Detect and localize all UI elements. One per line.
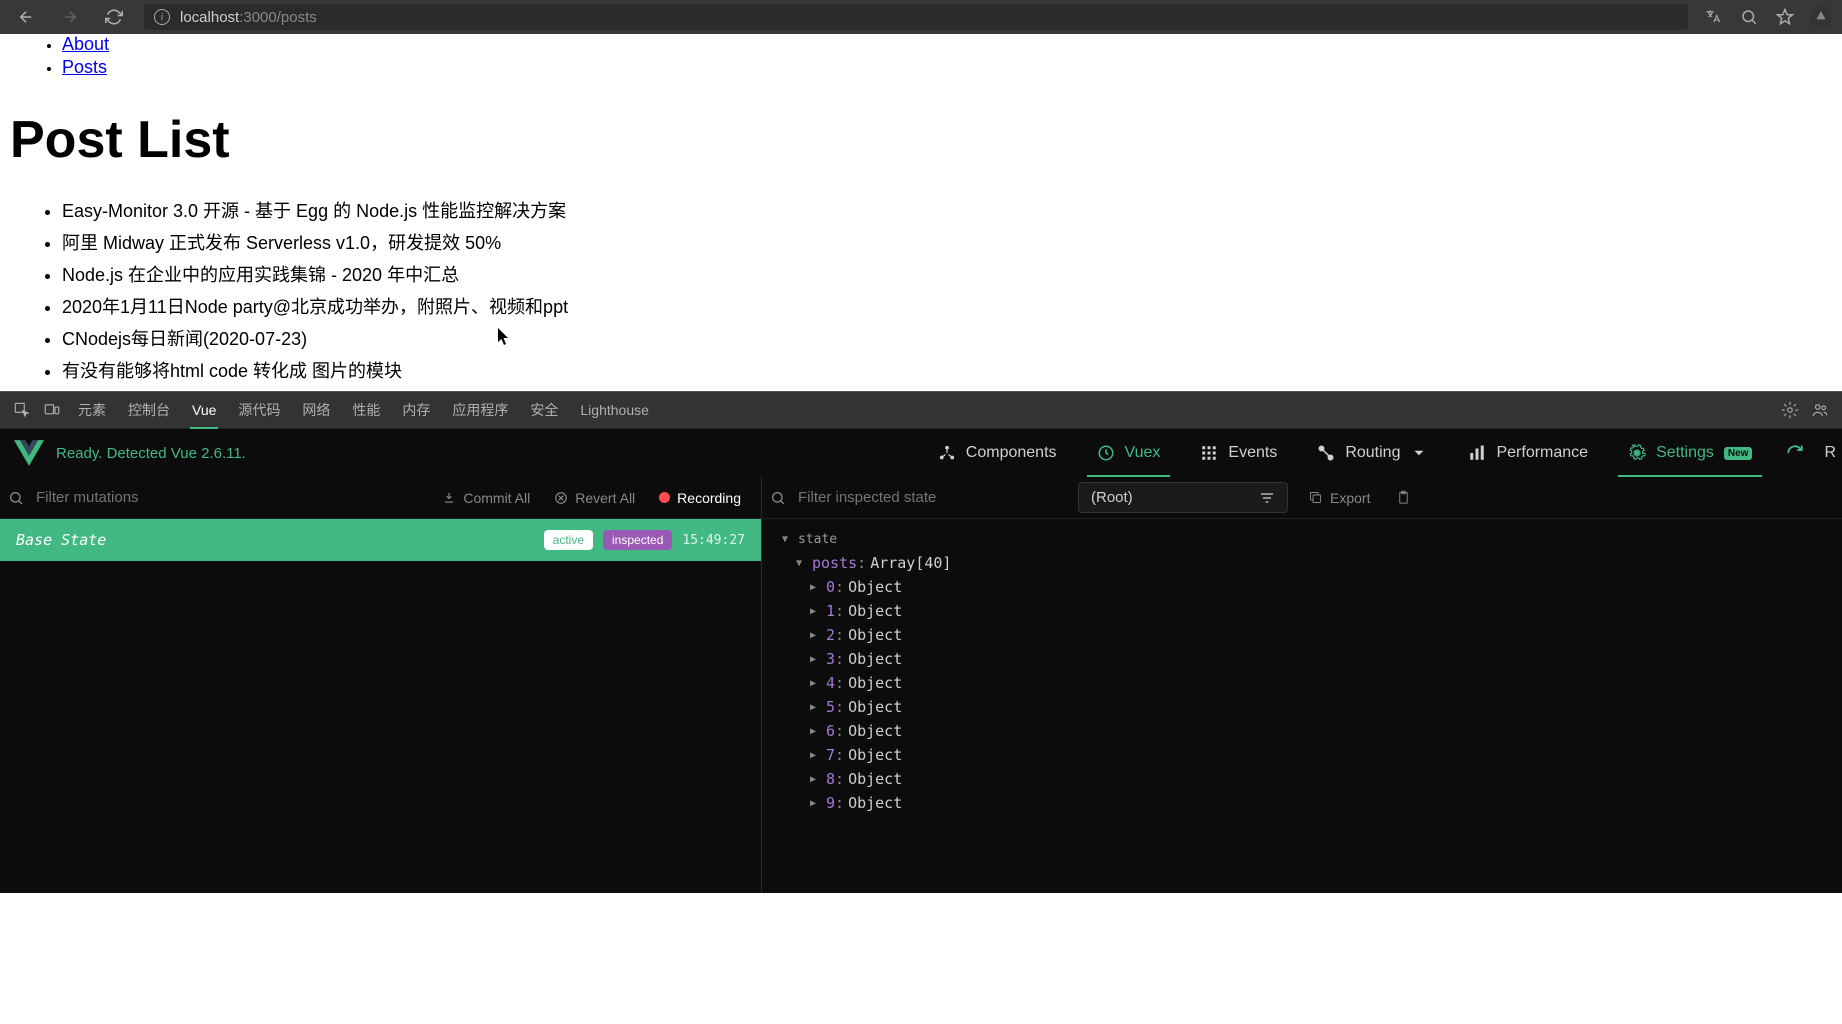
nav-link-posts[interactable]: Posts bbox=[62, 57, 107, 77]
export-button[interactable]: Export bbox=[1296, 490, 1382, 506]
favorite-icon[interactable] bbox=[1770, 3, 1800, 31]
forward-button[interactable] bbox=[50, 3, 90, 31]
nav-settings[interactable]: Settings New bbox=[1608, 429, 1772, 477]
clipboard-icon bbox=[1396, 490, 1411, 505]
devtools-tabs: 元素 控制台 Vue 源代码 网络 性能 内存 应用程序 安全 Lighthou… bbox=[0, 391, 1842, 428]
page-nav: About Posts bbox=[10, 34, 1832, 78]
refresh-button[interactable] bbox=[1772, 444, 1818, 462]
tab-elements[interactable]: 元素 bbox=[68, 392, 116, 429]
list-item: 有没有能够将html code 转化成 图片的模块 bbox=[62, 358, 1832, 385]
vuex-icon bbox=[1097, 444, 1115, 462]
tree-row[interactable]: ▶5: Object bbox=[768, 695, 1836, 719]
events-icon bbox=[1200, 444, 1218, 462]
tree-row[interactable]: ▶9: Object bbox=[768, 791, 1836, 815]
base-state-row[interactable]: Base State active inspected 15:49:27 bbox=[0, 519, 761, 561]
translate-icon[interactable] bbox=[1698, 3, 1728, 31]
recording-dot-icon bbox=[659, 492, 670, 503]
recording-toggle[interactable]: Recording bbox=[647, 490, 753, 506]
vue-nav: Components Vuex Events Routing Performan… bbox=[918, 429, 1842, 477]
tree-row[interactable]: ▶0: Object bbox=[768, 575, 1836, 599]
vue-devtools-header: Ready. Detected Vue 2.6.11. Components V… bbox=[0, 428, 1842, 477]
nav-components[interactable]: Components bbox=[918, 429, 1077, 477]
settings-icon[interactable] bbox=[1776, 396, 1804, 424]
copy-icon bbox=[1308, 490, 1323, 505]
tab-lighthouse[interactable]: Lighthouse bbox=[570, 392, 659, 429]
list-item: Node.js 在企业中的应用实践集锦 - 2020 年中汇总 bbox=[62, 262, 1832, 289]
vue-logo bbox=[14, 440, 44, 466]
back-button[interactable] bbox=[6, 3, 46, 31]
url-text: localhost:3000/posts bbox=[180, 9, 317, 26]
browser-toolbar: i localhost:3000/posts bbox=[0, 0, 1842, 34]
browser-right-icons bbox=[1698, 3, 1836, 31]
revert-icon bbox=[554, 491, 568, 505]
inspect-icon[interactable] bbox=[8, 396, 36, 424]
page-content: About Posts Post List Easy-Monitor 3.0 开… bbox=[0, 34, 1842, 391]
extension-icon[interactable] bbox=[1806, 3, 1836, 31]
search-icon bbox=[8, 490, 24, 506]
tab-security[interactable]: 安全 bbox=[520, 392, 568, 429]
reload-button[interactable] bbox=[94, 3, 134, 31]
tree-row[interactable]: ▶1: Object bbox=[768, 599, 1836, 623]
tab-memory[interactable]: 内存 bbox=[392, 392, 440, 429]
vuex-panel: Commit All Revert All Recording Base Sta… bbox=[0, 477, 1842, 893]
nav-performance[interactable]: Performance bbox=[1448, 429, 1608, 477]
filter-mutations-input[interactable] bbox=[36, 489, 430, 506]
new-badge: New bbox=[1724, 447, 1753, 460]
mutations-pane: Commit All Revert All Recording Base Sta… bbox=[0, 477, 762, 893]
download-icon bbox=[442, 491, 456, 505]
mutation-time: 15:49:27 bbox=[682, 533, 745, 548]
device-icon[interactable] bbox=[38, 396, 66, 424]
tree-row[interactable]: ▶6: Object bbox=[768, 719, 1836, 743]
list-item: 阿里 Midway 正式发布 Serverless v1.0，研发提效 50% bbox=[62, 230, 1832, 257]
zoom-icon[interactable] bbox=[1734, 3, 1764, 31]
nav-events[interactable]: Events bbox=[1180, 429, 1297, 477]
filter-state-input[interactable] bbox=[798, 489, 1070, 506]
tab-sources[interactable]: 源代码 bbox=[228, 392, 290, 429]
site-info-icon[interactable]: i bbox=[154, 9, 170, 25]
tab-vue[interactable]: Vue bbox=[182, 392, 226, 429]
nav-routing[interactable]: Routing bbox=[1297, 429, 1448, 477]
tree-row[interactable]: ▶8: Object bbox=[768, 767, 1836, 791]
state-pane: (Root) Export ▼state ▼posts: Array[40] ▶… bbox=[762, 477, 1842, 893]
components-icon bbox=[938, 444, 956, 462]
tree-row[interactable]: ▶2: Object bbox=[768, 623, 1836, 647]
tree-row-state[interactable]: ▼state bbox=[768, 527, 1836, 551]
post-list: Easy-Monitor 3.0 开源 - 基于 Egg 的 Node.js 性… bbox=[10, 198, 1832, 391]
people-icon[interactable] bbox=[1806, 396, 1834, 424]
active-pill: active bbox=[544, 530, 593, 550]
commit-all-button[interactable]: Commit All bbox=[430, 490, 542, 506]
tab-console[interactable]: 控制台 bbox=[118, 392, 180, 429]
nav-extra[interactable]: R bbox=[1818, 429, 1842, 477]
search-icon bbox=[770, 490, 786, 506]
tree-row[interactable]: ▶4: Object bbox=[768, 671, 1836, 695]
state-toolbar: (Root) Export bbox=[762, 477, 1842, 519]
inspected-pill: inspected bbox=[603, 530, 672, 550]
mutations-toolbar: Commit All Revert All Recording bbox=[0, 477, 761, 519]
module-select[interactable]: (Root) bbox=[1078, 482, 1288, 513]
settings-gear-icon bbox=[1628, 444, 1646, 462]
tab-performance[interactable]: 性能 bbox=[342, 392, 390, 429]
list-item: CNodejs每日新闻(2020-07-23) bbox=[62, 326, 1832, 353]
revert-all-button[interactable]: Revert All bbox=[542, 490, 647, 506]
routing-icon bbox=[1317, 444, 1335, 462]
performance-icon bbox=[1468, 444, 1486, 462]
list-item: 2020年1月11日Node party@北京成功举办，附照片、视频和ppt bbox=[62, 294, 1832, 321]
vue-status-text: Ready. Detected Vue 2.6.11. bbox=[56, 445, 246, 462]
filter-icon bbox=[1259, 490, 1275, 506]
state-tree: ▼state ▼posts: Array[40] ▶0: Object ▶1: … bbox=[762, 519, 1842, 823]
address-bar[interactable]: i localhost:3000/posts bbox=[144, 4, 1688, 30]
page-title: Post List bbox=[10, 110, 1832, 170]
nav-link-about[interactable]: About bbox=[62, 34, 109, 54]
list-item: Easy-Monitor 3.0 开源 - 基于 Egg 的 Node.js 性… bbox=[62, 198, 1832, 225]
clipboard-button[interactable] bbox=[1390, 490, 1417, 505]
tab-application[interactable]: 应用程序 bbox=[442, 392, 518, 429]
tab-network[interactable]: 网络 bbox=[292, 392, 340, 429]
tree-row[interactable]: ▶3: Object bbox=[768, 647, 1836, 671]
chevron-down-icon bbox=[1410, 444, 1428, 462]
tree-row-posts[interactable]: ▼posts: Array[40] bbox=[768, 551, 1836, 575]
tree-row[interactable]: ▶7: Object bbox=[768, 743, 1836, 767]
nav-vuex[interactable]: Vuex bbox=[1077, 429, 1181, 477]
